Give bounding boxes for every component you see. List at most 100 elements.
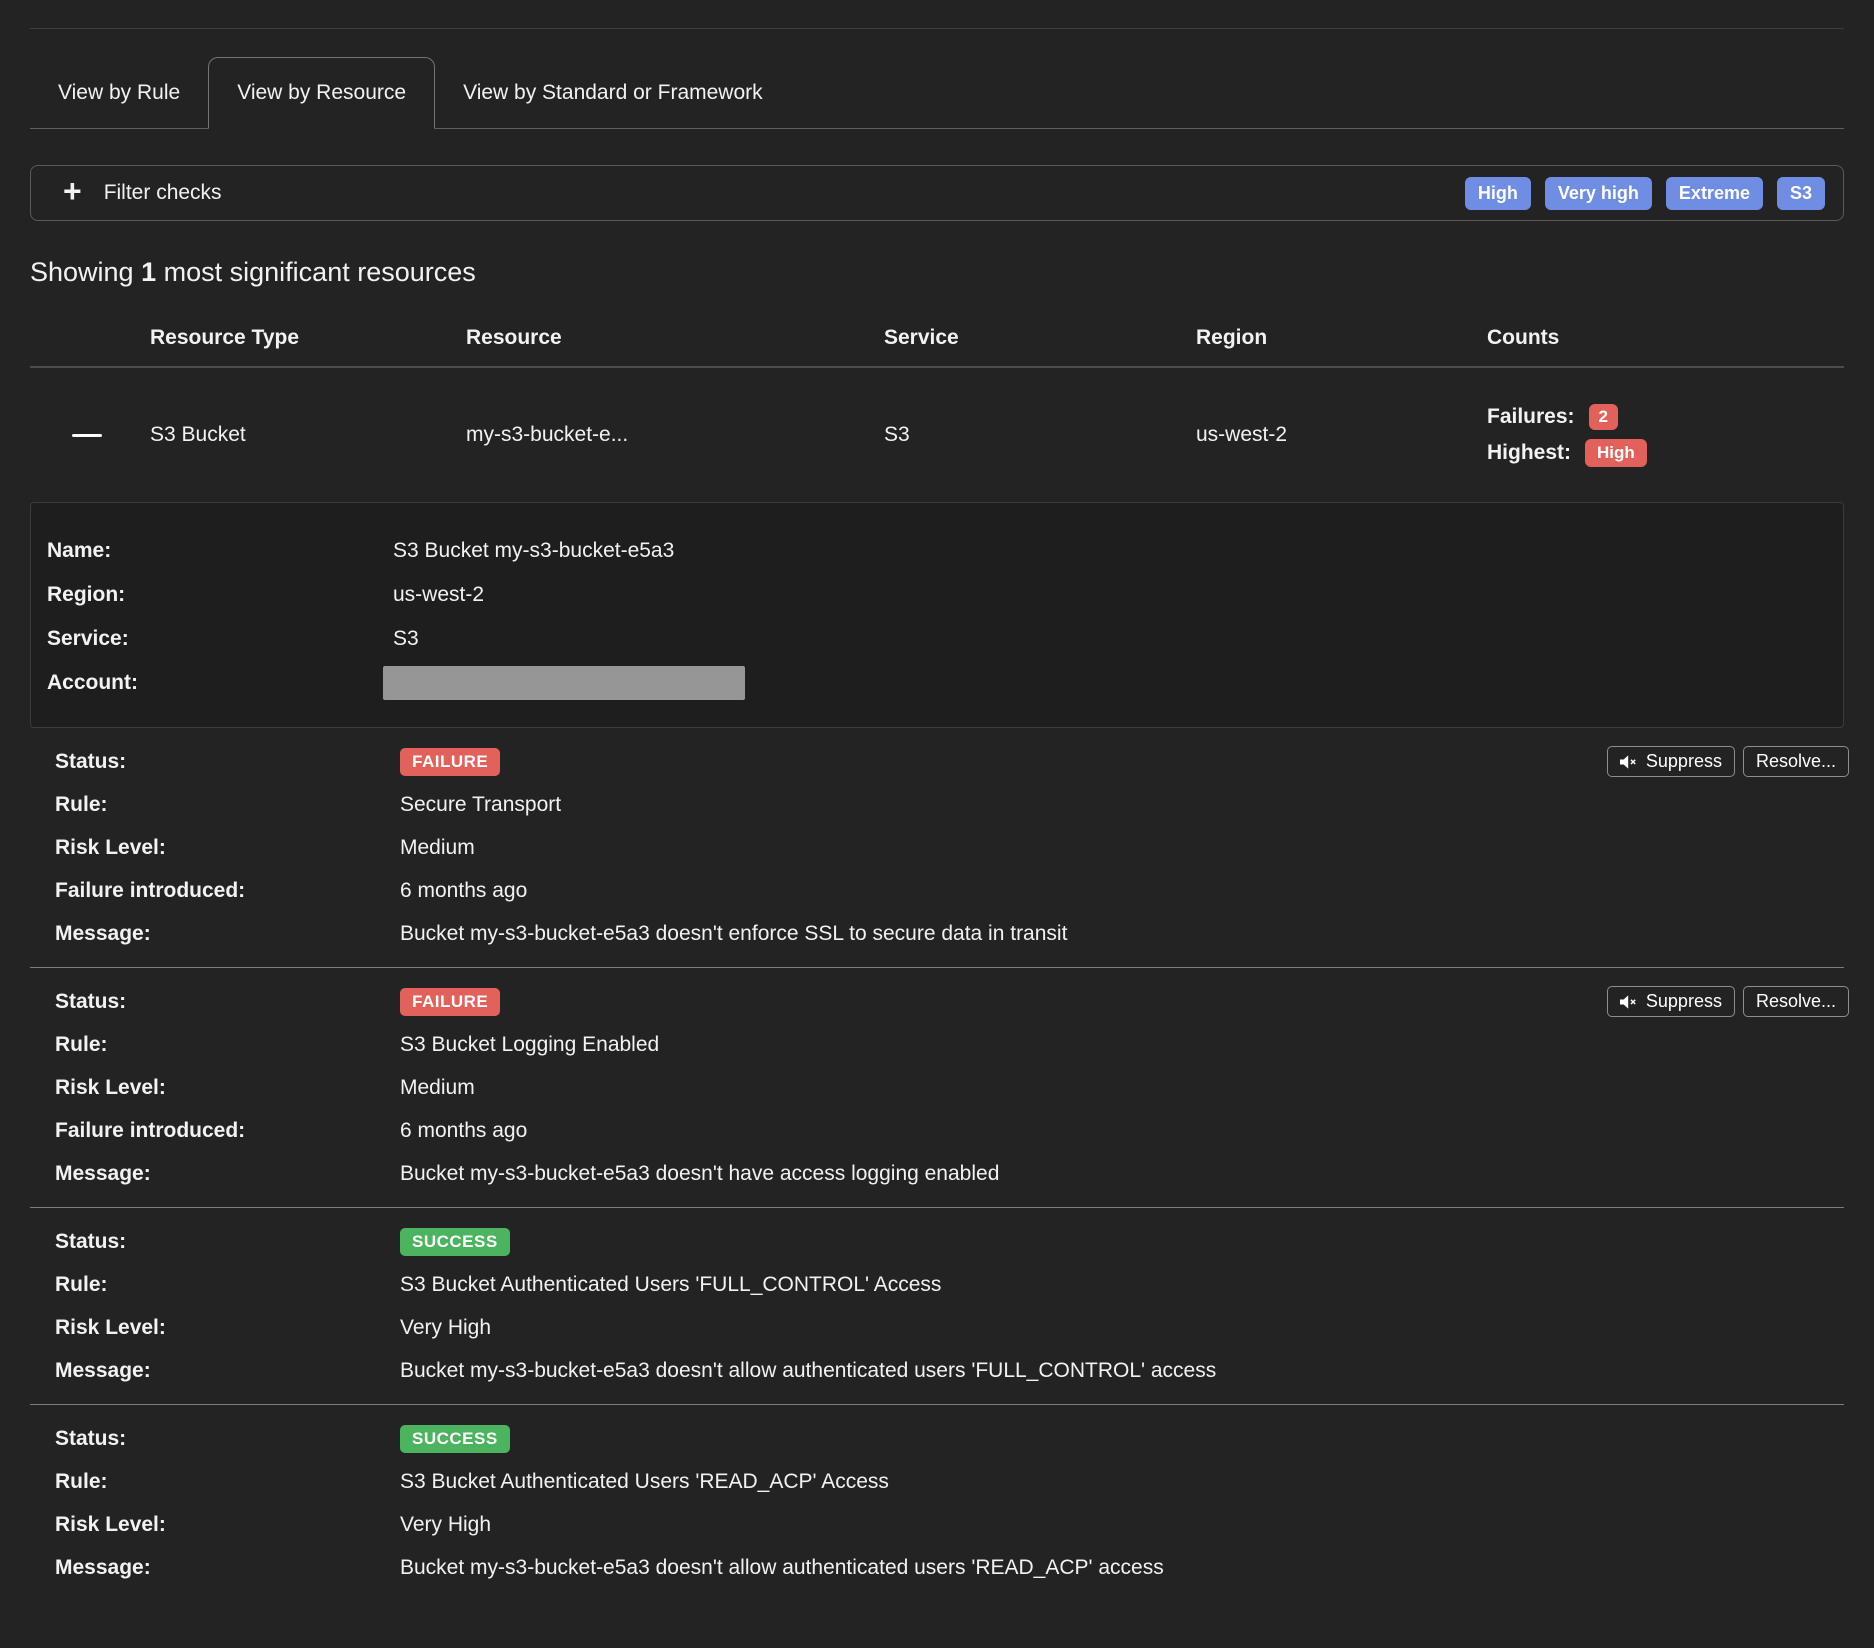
results-count: 1 — [141, 257, 156, 287]
header-service: Service — [884, 302, 1196, 366]
service-label: Service: — [47, 627, 393, 651]
cell-region: us-west-2 — [1196, 368, 1487, 502]
status-label: Status: — [55, 1427, 400, 1451]
header-region: Region — [1196, 302, 1487, 366]
status-badge: FAILURE — [400, 988, 500, 1016]
rule-value: Secure Transport — [400, 793, 561, 817]
message-value: Bucket my-s3-bucket-e5a3 doesn't have ac… — [400, 1162, 999, 1186]
rule-label: Rule: — [55, 1470, 400, 1494]
resources-table: Resource Type Resource Service Region Co… — [30, 302, 1844, 502]
rule-label: Rule: — [55, 793, 400, 817]
failure-introduced-label: Failure introduced: — [55, 879, 400, 903]
security-checks-screen: View by Rule View by Resource View by St… — [0, 0, 1874, 1648]
highest-risk-badge: High — [1585, 439, 1647, 467]
mute-icon — [1620, 755, 1638, 769]
filter-checks-label: Filter checks — [104, 181, 222, 205]
suppress-button[interactable]: Suppress — [1607, 986, 1735, 1017]
cell-counts: Failures: 2 Highest: High — [1487, 368, 1844, 502]
message-value: Bucket my-s3-bucket-e5a3 doesn't allow a… — [400, 1556, 1164, 1580]
detail-row-service: Service: S3 — [47, 617, 1827, 661]
cell-service: S3 — [884, 368, 1196, 502]
name-label: Name: — [47, 539, 393, 563]
detail-row-name: Name: S3 Bucket my-s3-bucket-e5a3 — [47, 529, 1827, 573]
message-label: Message: — [55, 1359, 400, 1383]
detail-row-account: Account: — [47, 661, 1827, 705]
rule-label: Rule: — [55, 1033, 400, 1057]
failure-introduced-value: 6 months ago — [400, 879, 527, 903]
risk-level-value: Medium — [400, 1076, 475, 1100]
check-status-row: Status: FAILURE Suppress Resolve... — [30, 980, 1844, 1023]
tab-view-by-standard[interactable]: View by Standard or Framework — [435, 58, 791, 128]
risk-level-value: Very High — [400, 1316, 491, 1340]
failures-count-badge: 2 — [1589, 404, 1618, 430]
cell-resource-type: S3 Bucket — [150, 368, 466, 502]
collapse-icon[interactable] — [72, 434, 102, 437]
failures-label: Failures: — [1487, 405, 1575, 429]
status-label: Status: — [55, 990, 400, 1014]
check-actions: Suppress Resolve... — [1607, 986, 1849, 1017]
header-resource: Resource — [466, 302, 884, 366]
check-entry: Status: SUCCESS Rule:S3 Bucket Authentic… — [30, 1208, 1844, 1404]
header-resource-type: Resource Type — [150, 302, 466, 366]
filter-checks-bar[interactable]: + Filter checks High Very high Extreme S… — [30, 165, 1844, 221]
check-status-row: Status: SUCCESS — [30, 1220, 1844, 1263]
row-collapse-toggle[interactable] — [30, 368, 150, 502]
cell-resource[interactable]: my-s3-bucket-e... — [466, 368, 884, 502]
detail-row-region: Region: us-west-2 — [47, 573, 1827, 617]
resolve-label: Resolve... — [1756, 751, 1836, 772]
status-badge: SUCCESS — [400, 1228, 510, 1256]
risk-level-label: Risk Level: — [55, 1513, 400, 1537]
message-label: Message: — [55, 1162, 400, 1186]
failure-introduced-label: Failure introduced: — [55, 1119, 400, 1143]
top-divider — [30, 28, 1844, 29]
resource-detail-panel: Name: S3 Bucket my-s3-bucket-e5a3 Region… — [30, 502, 1844, 728]
add-filter-icon[interactable]: + — [63, 175, 82, 207]
risk-level-value: Medium — [400, 836, 475, 860]
name-value: S3 Bucket my-s3-bucket-e5a3 — [393, 539, 674, 563]
message-label: Message: — [55, 1556, 400, 1580]
region-label: Region: — [47, 583, 393, 607]
filter-badge-s3[interactable]: S3 — [1777, 177, 1825, 210]
filter-badge-very-high[interactable]: Very high — [1545, 177, 1652, 210]
account-label: Account: — [47, 671, 393, 695]
resolve-button[interactable]: Resolve... — [1743, 986, 1849, 1017]
resolve-button[interactable]: Resolve... — [1743, 746, 1849, 777]
results-summary: Showing 1 most significant resources — [30, 257, 1844, 288]
header-counts: Counts — [1487, 302, 1844, 366]
status-badge: FAILURE — [400, 748, 500, 776]
suppress-button[interactable]: Suppress — [1607, 746, 1735, 777]
region-value: us-west-2 — [393, 583, 484, 607]
check-status-row: Status: FAILURE Suppress Resolve... — [30, 740, 1844, 783]
filter-badge-extreme[interactable]: Extreme — [1666, 177, 1763, 210]
rule-value: S3 Bucket Authenticated Users 'FULL_CONT… — [400, 1273, 941, 1297]
status-label: Status: — [55, 1230, 400, 1254]
risk-level-value: Very High — [400, 1513, 491, 1537]
status-badge: SUCCESS — [400, 1425, 510, 1453]
filter-badges: High Very high Extreme S3 — [1465, 177, 1825, 210]
filter-badge-high[interactable]: High — [1465, 177, 1531, 210]
check-status-row: Status: SUCCESS — [30, 1417, 1844, 1460]
highest-label: Highest: — [1487, 441, 1571, 465]
message-value: Bucket my-s3-bucket-e5a3 doesn't enforce… — [400, 922, 1067, 946]
mute-icon — [1620, 995, 1638, 1009]
risk-level-label: Risk Level: — [55, 836, 400, 860]
check-entry: Status: SUCCESS Rule:S3 Bucket Authentic… — [30, 1405, 1844, 1601]
rule-value: S3 Bucket Authenticated Users 'READ_ACP'… — [400, 1470, 889, 1494]
suppress-label: Suppress — [1646, 751, 1722, 772]
check-entry: Status: FAILURE Suppress Resolve... Rule… — [30, 968, 1844, 1207]
resolve-label: Resolve... — [1756, 991, 1836, 1012]
risk-level-label: Risk Level: — [55, 1076, 400, 1100]
check-actions: Suppress Resolve... — [1607, 746, 1849, 777]
failure-introduced-value: 6 months ago — [400, 1119, 527, 1143]
service-value: S3 — [393, 627, 419, 651]
rule-label: Rule: — [55, 1273, 400, 1297]
header-expander — [30, 302, 150, 366]
message-value: Bucket my-s3-bucket-e5a3 doesn't allow a… — [400, 1359, 1216, 1383]
risk-level-label: Risk Level: — [55, 1316, 400, 1340]
tab-view-by-rule[interactable]: View by Rule — [30, 58, 208, 128]
check-entry: Status: FAILURE Suppress Resolve... Rule… — [30, 728, 1844, 967]
suppress-label: Suppress — [1646, 991, 1722, 1012]
tab-view-by-resource[interactable]: View by Resource — [208, 57, 435, 129]
view-tabs: View by Rule View by Resource View by St… — [30, 57, 1844, 129]
status-label: Status: — [55, 750, 400, 774]
